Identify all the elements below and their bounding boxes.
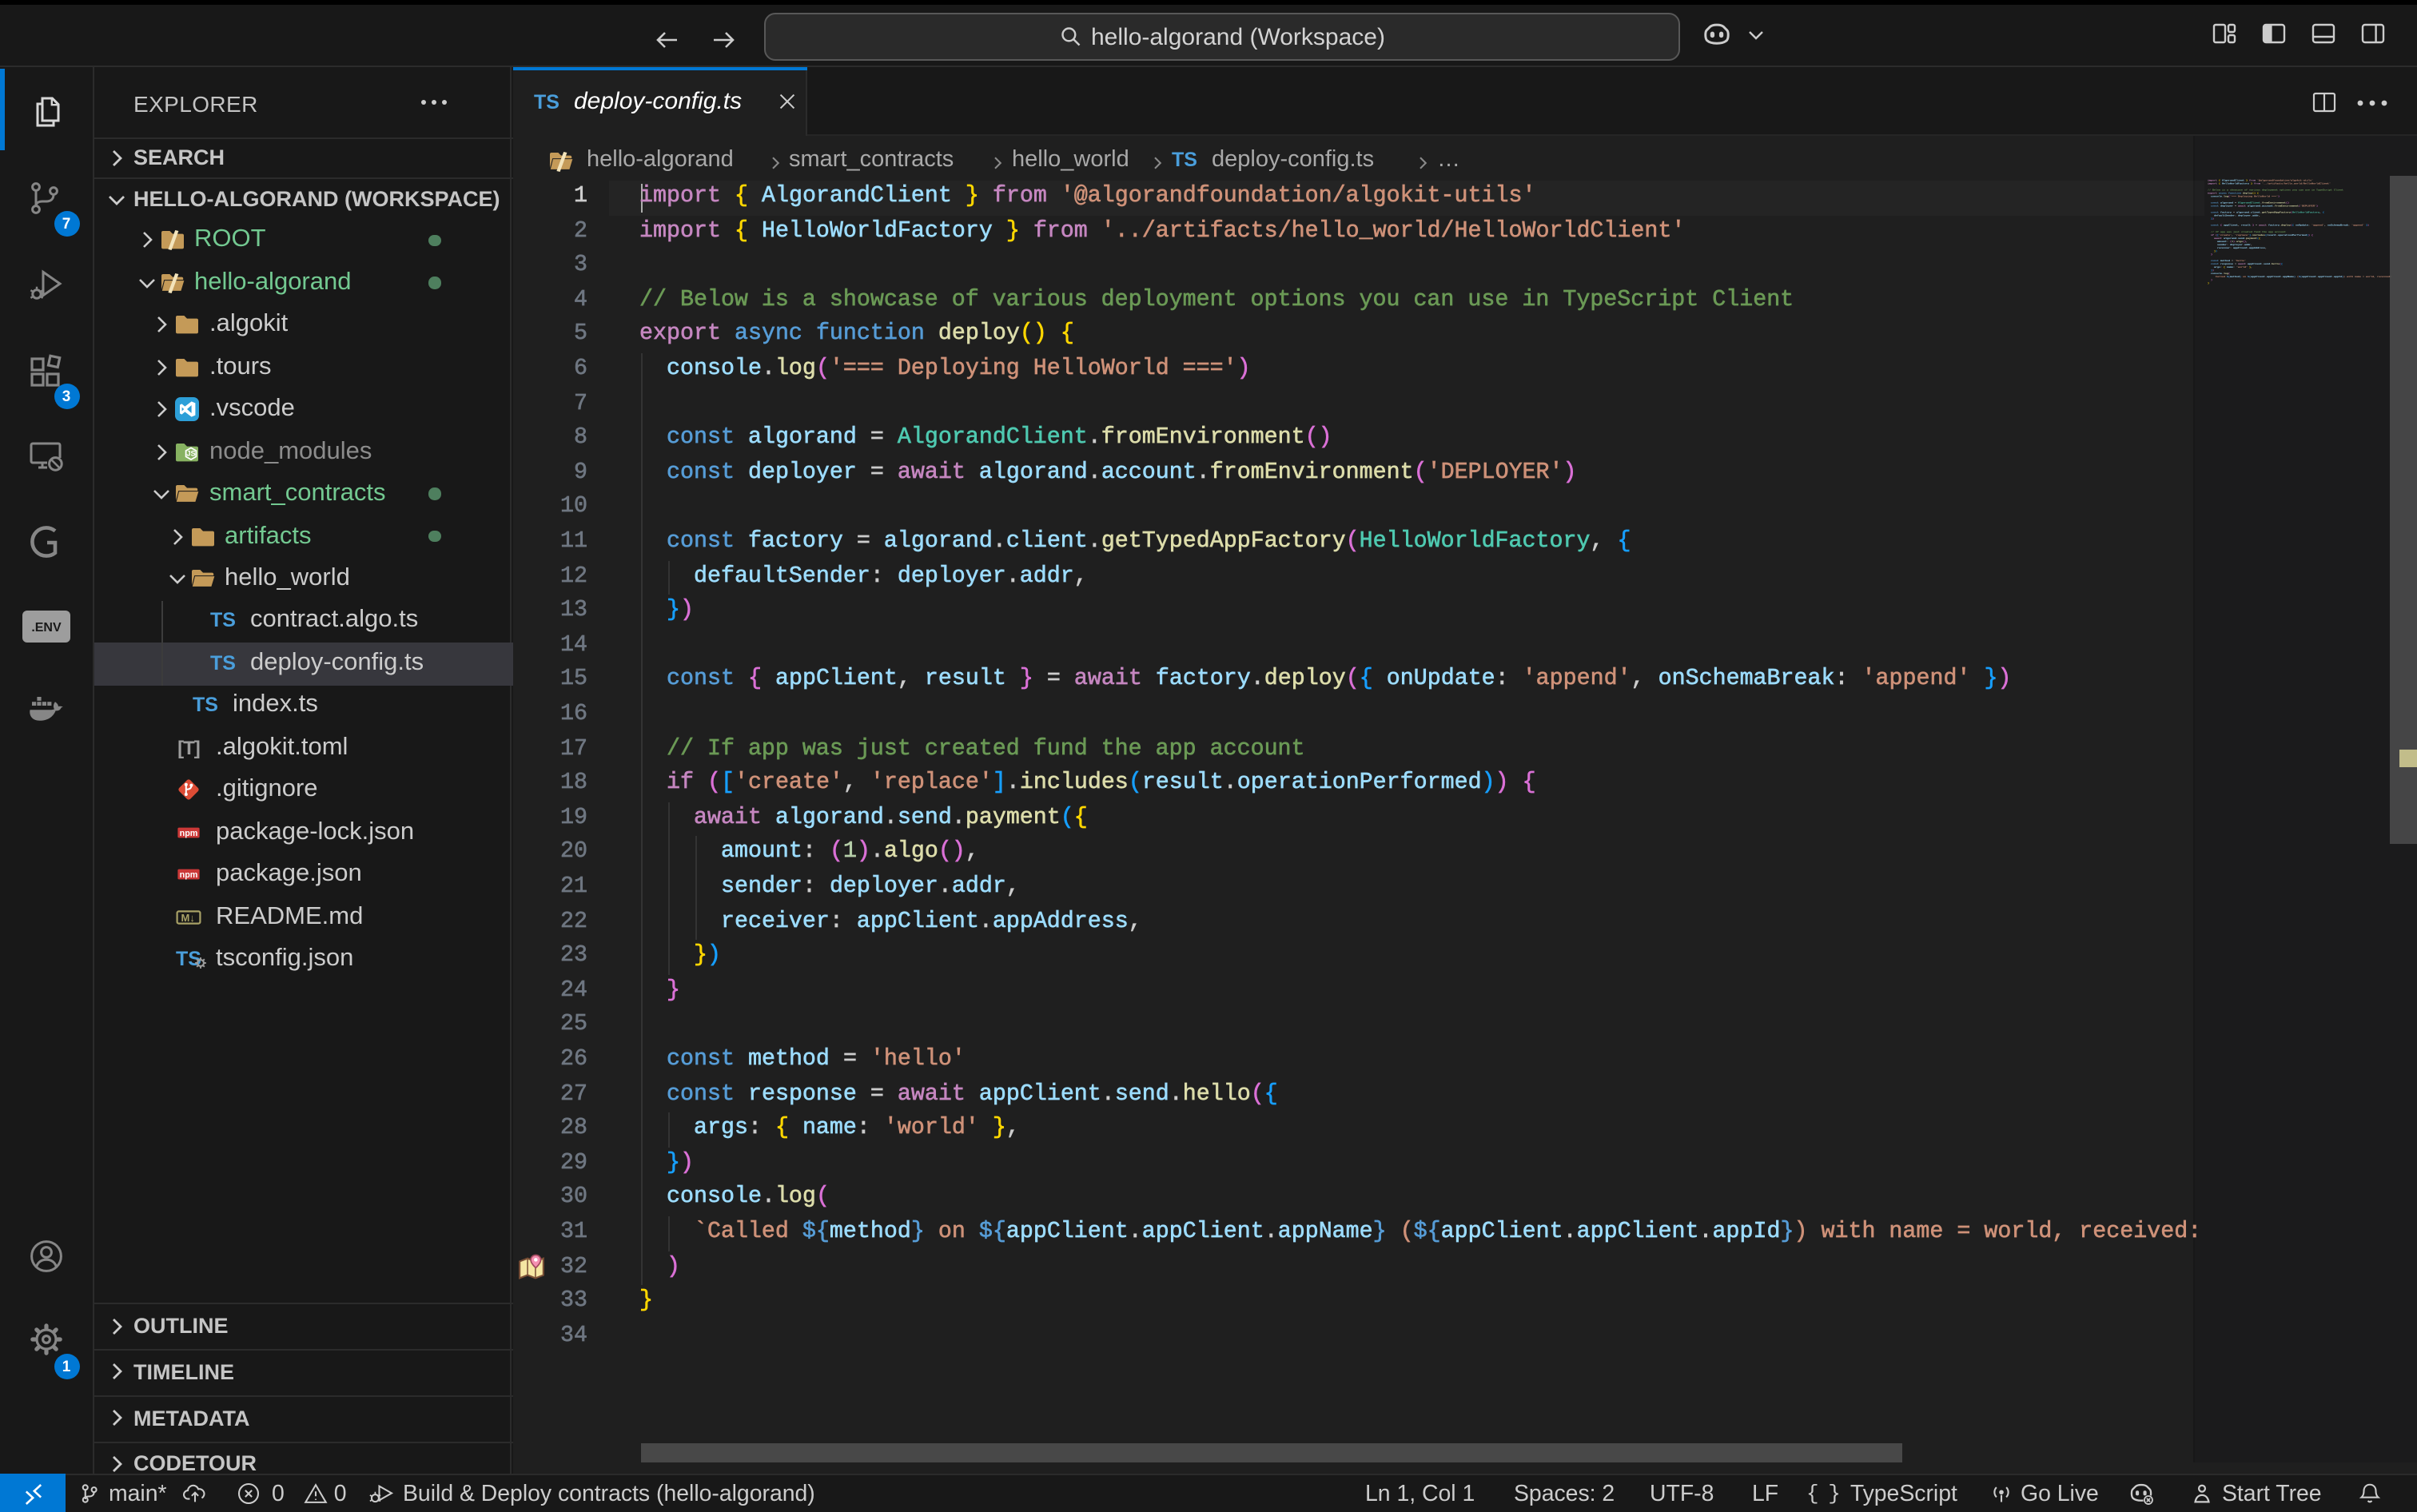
svg-text:JS: JS	[186, 449, 195, 457]
svg-text:npm: npm	[180, 870, 198, 880]
svg-text:npm: npm	[180, 828, 198, 838]
svg-text:M↓: M↓	[181, 911, 195, 923]
